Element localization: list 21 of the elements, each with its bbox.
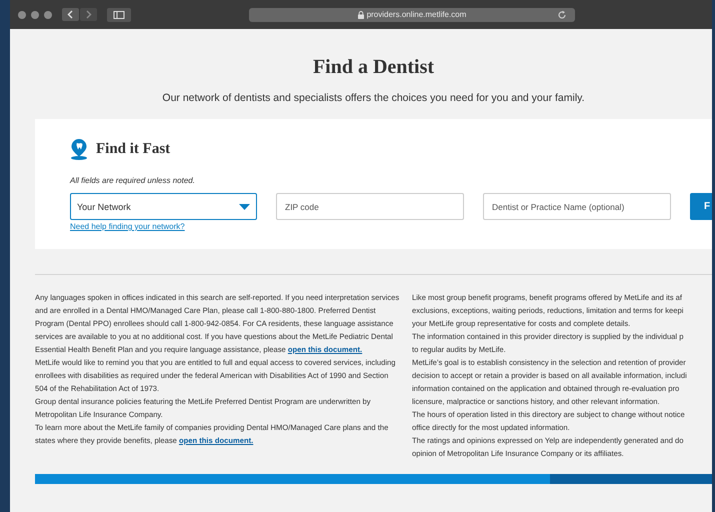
zip-field[interactable]: ZIP code (276, 193, 464, 220)
address-bar[interactable]: providers.online.metlife.com (249, 8, 575, 22)
lock-icon (358, 10, 364, 18)
zoom-dot-icon[interactable] (44, 10, 52, 18)
reload-icon[interactable] (557, 10, 567, 20)
back-icon[interactable] (62, 8, 79, 21)
network-help-link[interactable]: Need help finding your network? (70, 222, 257, 231)
find-button[interactable]: F (690, 193, 712, 220)
page-subtitle: Our network of dentists and specialists offers the choices you need for you and your family. (161, 92, 586, 104)
url-text: providers.online.metlife.com (366, 10, 466, 19)
forward-icon[interactable] (80, 8, 97, 21)
close-dot-icon[interactable] (18, 10, 26, 18)
page-title: Find a Dentist (312, 56, 436, 79)
minimize-dot-icon[interactable] (31, 10, 39, 18)
dentist-name-field[interactable]: Dentist or Practice Name (optional) (483, 193, 671, 220)
sidebar-icon[interactable] (107, 8, 131, 22)
map-pin-tooth-icon (70, 138, 88, 160)
required-note: All fields are required unless noted. (70, 176, 196, 185)
network-dropdown[interactable]: Your Network (70, 193, 257, 220)
caret-icon (239, 204, 250, 210)
card-title: Find it Fast (96, 140, 170, 158)
